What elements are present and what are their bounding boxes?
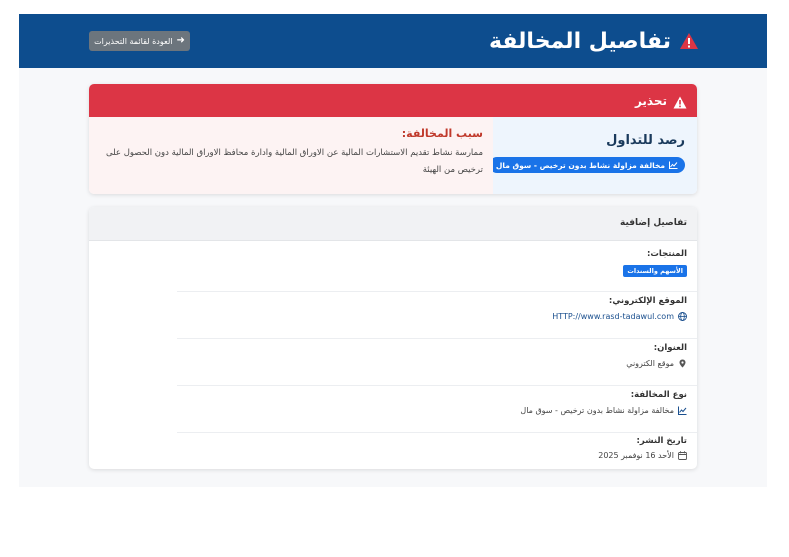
page-header: تفاصيل المخالفة ➜ العودة لقائمة التحذيرا…: [19, 14, 767, 68]
page-title: تفاصيل المخالفة: [489, 28, 671, 54]
divider: [177, 432, 697, 433]
address-text: موقع الكتروني: [626, 359, 674, 368]
chart-line-icon: [678, 406, 687, 415]
details-title: تفاصيل إضافية: [620, 218, 687, 228]
reason-panel: سبب المخالفة: ممارسة نشاط تقديم الاستشار…: [89, 117, 493, 194]
map-marker-icon: [678, 359, 687, 368]
divider: [177, 385, 697, 386]
reason-text: ممارسة نشاط تقديم الاستشارات المالية عن …: [106, 148, 483, 175]
website-row: الموقع الإلكتروني: HTTP://www.rasd-tadaw…: [89, 296, 697, 336]
address-row: العنوان: موقع الكتروني: [89, 343, 697, 383]
warning-card-header: تحذير: [89, 84, 697, 117]
violation-type-text: مخالفة مزاولة نشاط بدون ترخيص - سوق مال: [520, 406, 674, 415]
entity-name: رصد للتداول: [606, 133, 685, 148]
publish-date-row: تاريخ النشر: الأحد 16 نوفمبر 2025: [89, 436, 697, 468]
details-header: تفاصيل إضافية: [89, 207, 697, 241]
warning-triangle-icon: [673, 94, 687, 109]
page-container: تفاصيل المخالفة ➜ العودة لقائمة التحذيرا…: [19, 14, 767, 487]
publish-date-text: الأحد 16 نوفمبر 2025: [598, 451, 674, 460]
products-row: المنتجات: الأسهم والسندات: [89, 249, 697, 289]
products-value: الأسهم والسندات: [623, 265, 687, 277]
globe-icon: [678, 312, 687, 321]
warning-label: تحذير: [634, 93, 667, 108]
entity-panel: رصد للتداول مخالفة مزاولة نشاط بدون ترخي…: [488, 117, 697, 194]
publish-date-value: الأحد 16 نوفمبر 2025: [598, 451, 687, 460]
violation-badge: مخالفة مزاولة نشاط بدون ترخيص - سوق مال: [488, 157, 685, 173]
publish-date-label: تاريخ النشر:: [636, 436, 687, 446]
chart-line-icon: [669, 161, 678, 169]
violation-type-value: مخالفة مزاولة نشاط بدون ترخيص - سوق مال: [520, 406, 687, 415]
details-card: تفاصيل إضافية المنتجات: الأسهم والسندات …: [89, 207, 697, 469]
violation-type-row: نوع المخالفة: مخالفة مزاولة نشاط بدون تر…: [89, 390, 697, 430]
website-link[interactable]: HTTP://www.rasd-tadawul.com: [552, 312, 674, 321]
warning-card: تحذير رصد للتداول مخالفة مزاولة نشاط بدو…: [89, 84, 697, 194]
reason-title: سبب المخالفة:: [401, 127, 483, 140]
back-to-warnings-button[interactable]: ➜ العودة لقائمة التحذيرات: [89, 31, 190, 51]
back-button-label: العودة لقائمة التحذيرات: [94, 36, 173, 46]
website-value: HTTP://www.rasd-tadawul.com: [552, 312, 687, 321]
products-label: المنتجات:: [646, 249, 687, 259]
address-label: العنوان:: [653, 343, 687, 353]
divider: [177, 291, 697, 292]
website-label: الموقع الإلكتروني:: [608, 296, 687, 306]
violation-type-label: نوع المخالفة:: [630, 390, 687, 400]
address-value: موقع الكتروني: [626, 359, 687, 368]
violation-badge-label: مخالفة مزاولة نشاط بدون ترخيص - سوق مال: [495, 160, 665, 170]
arrow-right-icon: ➜: [176, 35, 185, 46]
divider: [177, 338, 697, 339]
calendar-icon: [678, 451, 687, 460]
title-group: تفاصيل المخالفة: [489, 26, 699, 56]
product-tag: الأسهم والسندات: [623, 265, 687, 277]
warning-triangle-icon: [679, 32, 699, 50]
